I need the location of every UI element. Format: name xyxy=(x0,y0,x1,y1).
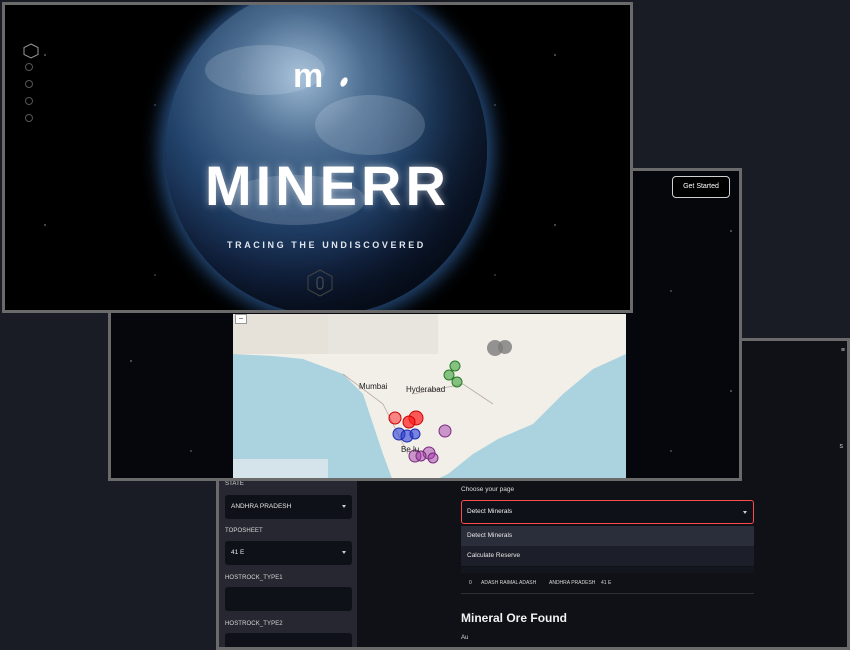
map-label-hyderabad: Hyderabad xyxy=(406,385,446,394)
land-tile xyxy=(233,314,328,354)
hostrock2-input[interactable] xyxy=(225,633,352,647)
toposheet-select[interactable]: 41 E xyxy=(225,541,352,565)
purple-marker[interactable] xyxy=(438,424,452,438)
brand-logo: m xyxy=(293,57,323,95)
menu-icon[interactable]: ≡ xyxy=(841,347,845,354)
green-marker[interactable] xyxy=(443,369,455,381)
scroll-down-icon[interactable] xyxy=(305,268,335,298)
land-tile xyxy=(328,314,438,354)
nav-dot-icon[interactable] xyxy=(25,114,33,122)
hero-tagline: TRACING THE UNDISCOVERED xyxy=(227,240,426,250)
state-select[interactable]: ANDHRA PRADESH xyxy=(225,495,352,519)
hostrock1-label: HOSTROCK_TYPE1 xyxy=(225,575,283,581)
cell: ADASH xyxy=(519,580,537,586)
purple-marker[interactable] xyxy=(427,452,439,464)
hero-window: m MINERR TRACING THE UNDISCOVERED xyxy=(2,2,633,313)
table-header xyxy=(461,567,754,573)
page-select[interactable]: Detect Minerals xyxy=(461,500,754,524)
hostrock2-label: HOSTROCK_TYPE2 xyxy=(225,621,283,627)
nav-dot-icon[interactable] xyxy=(25,80,33,88)
nav-dot-icon[interactable] xyxy=(25,63,33,71)
toposheet-select-value: 41 E xyxy=(231,549,245,556)
chevron-down-icon xyxy=(743,511,747,514)
cell: ADASH RAIMAL xyxy=(481,580,519,586)
nav-dot-icon[interactable] xyxy=(25,97,33,105)
chevron-down-icon xyxy=(342,551,346,554)
hostrock1-input[interactable] xyxy=(225,587,352,611)
cell: ANDHRA PRADESH xyxy=(549,580,596,586)
hero-title: MINERR xyxy=(205,154,450,217)
map-svg xyxy=(233,314,626,478)
get-started-button[interactable]: Get Started xyxy=(672,176,730,198)
data-table: 0 ADASH RAIMAL ADASH ANDHRA PRADESH 41 E xyxy=(461,567,754,594)
option-label: Calculate Reserve xyxy=(467,552,521,559)
map-label-mumbai: Mumbai xyxy=(359,382,388,391)
gray-marker[interactable] xyxy=(498,340,512,354)
chevron-down-icon xyxy=(342,505,346,508)
toposheet-label: TOPOSHEET xyxy=(225,528,263,534)
state-label: STATE xyxy=(225,481,244,487)
state-select-value: ANDHRA PRADESH xyxy=(231,503,292,510)
table-row: 0 ADASH RAIMAL ADASH ANDHRA PRADESH 41 E xyxy=(461,577,754,591)
water-tile xyxy=(233,459,328,478)
page-dropdown: Detect Minerals Calculate Reserve xyxy=(461,526,754,566)
option-calculate-reserve[interactable]: Calculate Reserve xyxy=(461,546,754,566)
page-select-value: Detect Minerals xyxy=(467,508,513,515)
result-heading: Mineral Ore Found xyxy=(461,611,568,625)
option-detect-minerals[interactable]: Detect Minerals xyxy=(461,526,754,546)
partial-text: s xyxy=(839,443,844,450)
green-marker[interactable] xyxy=(449,360,461,372)
hexagon-logo-icon[interactable] xyxy=(23,43,39,59)
choose-page-label: Choose your page xyxy=(461,486,515,493)
red-marker[interactable] xyxy=(402,415,416,429)
cell-index: 0 xyxy=(469,580,472,586)
green-marker[interactable] xyxy=(451,376,463,388)
cell: 41 E xyxy=(601,580,612,586)
mineral-map[interactable]: − Mumbai Hyderabad Be lu xyxy=(233,314,626,478)
blue-marker[interactable] xyxy=(409,428,421,440)
zoom-out-button[interactable]: − xyxy=(235,314,247,324)
map-label-bengaluru: Be lu xyxy=(401,445,420,454)
result-value: Au xyxy=(461,635,469,641)
option-label: Detect Minerals xyxy=(467,532,513,539)
red-marker[interactable] xyxy=(388,411,402,425)
